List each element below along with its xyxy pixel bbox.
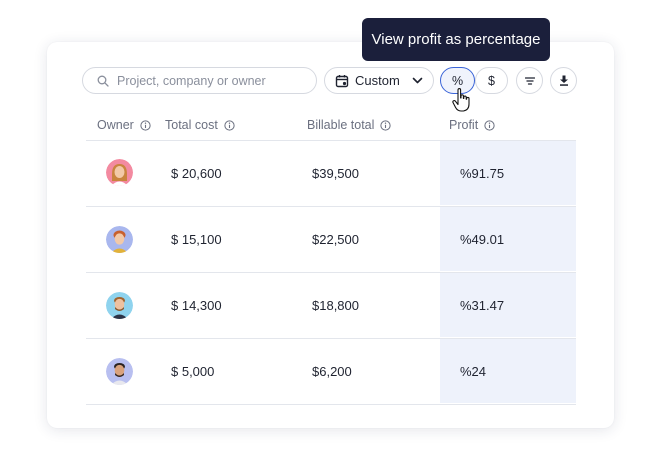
date-range-label: Custom (355, 73, 400, 88)
total-cost-cell: $ 20,600 (171, 166, 222, 181)
billable-total-cell: $39,500 (312, 166, 359, 181)
column-header-label: Billable total (307, 118, 375, 132)
row-divider (86, 140, 576, 141)
search-input[interactable] (117, 73, 307, 88)
profit-cell: %91.75 (460, 166, 505, 181)
date-range-button[interactable]: Custom (324, 67, 434, 94)
info-icon[interactable] (140, 119, 151, 131)
info-icon[interactable] (380, 119, 392, 131)
row-divider (86, 338, 576, 339)
billable-total-cell: $22,500 (312, 232, 359, 247)
total-cost-cell: $ 15,100 (171, 232, 222, 247)
report-card: Custom % $ Owner Total cost (47, 42, 614, 428)
filter-button[interactable] (516, 67, 543, 94)
row-divider (86, 272, 576, 273)
avatar[interactable] (106, 292, 133, 319)
search-icon (97, 75, 109, 87)
column-header-label: Owner (97, 118, 134, 132)
column-header-label: Total cost (165, 118, 218, 132)
search-box[interactable] (82, 67, 317, 94)
column-header-total-cost: Total cost (165, 118, 235, 132)
avatar[interactable] (106, 226, 133, 253)
profit-cell: %49.01 (460, 232, 505, 247)
column-header-profit: Profit (449, 118, 495, 132)
download-icon (559, 75, 568, 86)
profit-cell: %24 (460, 364, 487, 379)
total-cost-cell: $ 14,300 (171, 298, 222, 313)
calendar-icon (335, 74, 349, 87)
download-button[interactable] (550, 67, 577, 94)
currency-toggle-button[interactable]: $ (475, 67, 508, 94)
profit-cell: %31.47 (460, 298, 505, 313)
column-header-billable-total: Billable total (307, 118, 392, 132)
tooltip: View profit as percentage (362, 18, 550, 61)
row-divider (86, 206, 576, 207)
info-icon[interactable] (224, 119, 235, 131)
total-cost-cell: $ 5,000 (171, 364, 215, 379)
billable-total-cell: $18,800 (312, 298, 359, 313)
chevron-down-icon (412, 77, 423, 83)
avatar[interactable] (106, 358, 133, 385)
avatar[interactable] (106, 159, 133, 186)
hand-cursor-icon (452, 88, 470, 112)
row-divider (86, 404, 576, 405)
filter-icon (524, 76, 535, 85)
column-header-label: Profit (449, 118, 479, 132)
info-icon[interactable] (484, 119, 495, 131)
column-header-owner: Owner (97, 118, 151, 132)
billable-total-cell: $6,200 (312, 364, 352, 379)
